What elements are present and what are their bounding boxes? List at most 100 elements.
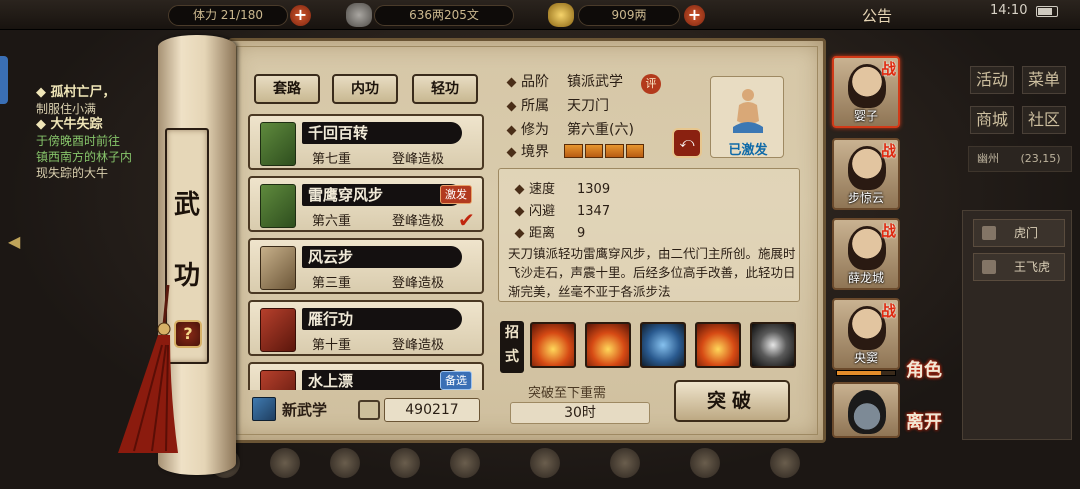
menu-icon[interactable] — [530, 448, 560, 478]
add-stamina-button[interactable]: + — [290, 5, 311, 26]
diamond-icon — [506, 101, 517, 111]
move-icon[interactable] — [640, 322, 686, 368]
moves-label: 招式 — [500, 321, 524, 373]
new-skill-button[interactable]: 新武学 — [282, 399, 327, 420]
npc-item[interactable]: 王飞虎 — [973, 253, 1065, 281]
book-icon — [260, 370, 296, 390]
party-member-card[interactable]: 战 央窦 — [832, 298, 900, 370]
quest-line: 镇西南方的林子内 — [36, 150, 133, 164]
breakthrough-button[interactable]: 突破 — [674, 380, 790, 422]
party-member-card[interactable]: 战 步惊云 — [832, 138, 900, 210]
move-icon[interactable] — [750, 322, 796, 368]
npc-icon — [982, 226, 996, 240]
tab-routines[interactable]: 套路 — [254, 74, 320, 104]
battery-icon — [1036, 6, 1058, 17]
top-bar: 体力 21/180 + 636两205文 909两 + 公告 14:10 — [0, 0, 1080, 30]
role-button[interactable]: 角色 — [906, 356, 942, 382]
quest-panel: ◆ 孤村亡尸， 制服住小满 ◆ 大牛失踪 于傍晚酉时前往 镇西南方的林子内 现失… — [0, 85, 160, 295]
skill-mastery: 登峰造极 — [392, 152, 445, 167]
diamond-icon — [514, 228, 525, 239]
skill-item[interactable]: 千回百转 第七重 登峰造极 — [248, 114, 484, 170]
stamina-display: 体力 21/180 — [168, 5, 288, 26]
menu-icon[interactable] — [450, 448, 480, 478]
party-member-name: 央窦 — [853, 351, 878, 365]
skill-name: 雷鹰穿风步 — [308, 186, 384, 204]
menu-icon[interactable] — [770, 448, 800, 478]
npc-name: 虎门 — [1014, 226, 1039, 240]
skill-item[interactable]: 水上漂 备选 — [248, 362, 484, 390]
skill-level: 第三重 — [312, 276, 352, 291]
party-member-card[interactable]: 战 薛龙城 — [832, 218, 900, 290]
shop-button[interactable]: 商城 — [970, 106, 1014, 134]
swap-icon[interactable]: ⤺ — [672, 128, 702, 158]
tassel-decoration — [118, 285, 178, 453]
notice-button[interactable]: 公告 — [862, 5, 892, 26]
move-icon[interactable] — [530, 322, 576, 368]
stat-value: 1347 — [577, 204, 611, 219]
rating-badge[interactable]: 评 — [641, 74, 661, 94]
skill-description: 天刀镇派轻功雷鹰穿风步，由二代门主所创。施展时飞沙走石，声震十里。后经多位高手改… — [508, 246, 796, 299]
skill-level: 第十重 — [312, 338, 352, 353]
battle-tag: 战 — [880, 142, 896, 160]
checkmark-icon: ✔ — [458, 208, 475, 232]
menu-icon[interactable] — [270, 448, 300, 478]
silver-display: 636两205文 — [374, 5, 514, 26]
community-button[interactable]: 社区 — [1022, 106, 1066, 134]
character-portrait — [848, 390, 886, 434]
skill-portrait: 已激发 — [710, 76, 784, 158]
cultivation-value: 第六重(六) — [567, 122, 634, 138]
stat-value: 9 — [577, 226, 586, 241]
skill-mastery: 登峰造极 — [392, 276, 445, 291]
skill-mastery: 登峰造极 — [392, 338, 445, 353]
quest-title[interactable]: ◆ 大牛失踪 — [0, 117, 160, 133]
silver-icon — [346, 3, 372, 27]
gold-display: 909两 — [578, 5, 680, 26]
party-member-card[interactable] — [832, 382, 900, 438]
move-icon[interactable] — [695, 322, 741, 368]
location-name: 幽州 — [977, 152, 999, 165]
new-skill-icon[interactable] — [252, 397, 276, 421]
skill-item[interactable]: 雁行功 第十重 登峰造极 — [248, 300, 484, 356]
location-display: 幽州 (23,15) — [968, 146, 1072, 172]
realm-segment — [625, 144, 644, 158]
activity-button[interactable]: 活动 — [970, 66, 1014, 94]
skill-name: 雁行功 — [308, 310, 354, 328]
breakthrough-label: 突破至下重需 — [528, 386, 607, 401]
npc-item[interactable]: 虎门 — [973, 219, 1065, 247]
menu-icon[interactable] — [330, 448, 360, 478]
grade-label: 品阶 — [521, 74, 549, 90]
backup-badge: 备选 — [440, 371, 472, 390]
menu-button[interactable]: 菜单 — [1022, 66, 1066, 94]
tab-lightness-skill[interactable]: 轻功 — [412, 74, 478, 104]
menu-icon[interactable] — [690, 448, 720, 478]
quest-title[interactable]: ◆ 孤村亡尸， — [0, 85, 160, 101]
diamond-icon — [514, 206, 525, 217]
book-icon — [260, 308, 296, 352]
skill-name: 风云步 — [308, 248, 354, 266]
leave-button[interactable]: 离开 — [906, 408, 942, 434]
school-row: 所属 天刀门 — [506, 96, 609, 116]
menu-icon[interactable] — [390, 448, 420, 478]
menu-icon[interactable] — [610, 448, 640, 478]
diamond-icon — [514, 184, 525, 195]
skill-item[interactable]: 风云步 第三重 登峰造极 — [248, 238, 484, 294]
skill-item[interactable]: 雷鹰穿风步 激发 第六重 登峰造极 ✔ — [248, 176, 484, 232]
add-gold-button[interactable]: + — [684, 5, 705, 26]
tab-inner-skill[interactable]: 内功 — [332, 74, 398, 104]
meditating-monk-icon — [733, 89, 763, 133]
realm-segment — [584, 144, 603, 158]
scroll-book-icon — [260, 184, 296, 228]
chevron-left-icon[interactable]: ◀ — [8, 232, 30, 254]
cultivation-label: 修为 — [521, 122, 549, 138]
diamond-icon — [506, 147, 517, 157]
skill-level: 第六重 — [312, 214, 352, 229]
party-member-name: 婴子 — [853, 109, 878, 123]
skill-name: 水上漂 — [308, 372, 354, 390]
realm-progress-bar — [564, 144, 644, 158]
npc-icon — [982, 260, 996, 274]
book-icon — [358, 400, 380, 420]
activated-badge: 激发 — [440, 185, 472, 204]
move-icon[interactable] — [585, 322, 631, 368]
party-member-card[interactable]: 战 婴子 — [832, 56, 900, 128]
activated-label: 已激发 — [728, 143, 768, 158]
